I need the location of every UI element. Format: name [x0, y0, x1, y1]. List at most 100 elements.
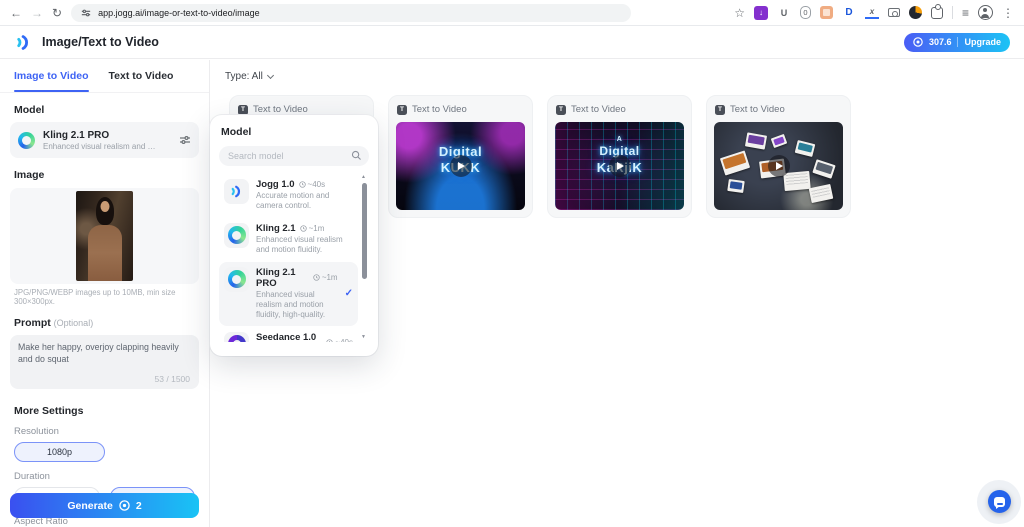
prompt-char-counter: 53 / 1500 — [154, 374, 190, 384]
profile-avatar[interactable] — [978, 5, 993, 20]
pie-extension-icon[interactable] — [908, 6, 922, 19]
generate-cost: 2 — [135, 499, 142, 512]
extensions-puzzle-icon[interactable] — [930, 3, 943, 19]
credits-upgrade-button[interactable]: 307.6 Upgrade — [903, 32, 1010, 52]
clock-icon — [299, 225, 307, 232]
prompt-input[interactable] — [18, 342, 191, 372]
model-item-kling-2-1[interactable]: Kling 2.1 ~1m Enhanced visual realism an… — [219, 218, 358, 261]
app-header: Image/Text to Video 307.6 Upgrade — [0, 26, 1024, 59]
left-sidebar: Image to Video Text to Video Model Kling… — [0, 60, 210, 527]
seedance-model-icon — [224, 331, 249, 342]
model-search-input[interactable] — [219, 146, 369, 166]
side-panel-icon[interactable]: ≡ — [962, 7, 969, 19]
scattered-photo — [727, 178, 745, 194]
clock-icon — [313, 274, 320, 281]
generate-coin-icon — [119, 500, 130, 511]
mode-tabs: Image to Video Text to Video — [0, 60, 209, 93]
card-type-label: Text to Video — [571, 104, 626, 115]
model-selector[interactable]: Kling 2.1 PRO Enhanced visual realism an… — [10, 122, 199, 158]
play-icon[interactable] — [449, 155, 472, 177]
scroll-down-icon[interactable]: ▼ — [361, 334, 366, 340]
screenshot-camera-icon[interactable] — [887, 8, 900, 17]
type-filter[interactable]: Type: All — [225, 71, 274, 82]
text-to-video-icon: T — [715, 104, 725, 115]
tab-text-to-video[interactable]: Text to Video — [109, 60, 174, 92]
model-settings-sliders-icon[interactable] — [179, 134, 191, 146]
scattered-photo — [808, 183, 834, 204]
model-item-seedance-lite[interactable]: Seedance 1.0 Lite ~40s Excellent quality… — [219, 327, 358, 342]
model-name: Kling 2.1 — [256, 222, 296, 234]
image-upload-area[interactable] — [10, 188, 199, 284]
kling-model-icon — [224, 222, 249, 248]
model-time: ~40s — [326, 338, 353, 342]
prompt-label: Prompt — [14, 317, 51, 329]
model-popup-title: Model — [221, 126, 252, 138]
clock-icon — [326, 339, 334, 342]
jogg-logo — [17, 34, 28, 50]
resolution-1080p-chip[interactable]: 1080p — [14, 442, 105, 462]
chevron-down-icon — [266, 71, 274, 80]
toolbar-divider — [951, 6, 953, 19]
bookmark-star-icon[interactable]: ☆ — [734, 7, 745, 19]
credit-coin-icon — [913, 37, 923, 47]
reload-icon[interactable]: ↻ — [52, 7, 62, 19]
portrait-face — [100, 201, 109, 212]
card-type-label: Text to Video — [730, 104, 785, 115]
model-desc: Accurate motion and camera control. — [256, 191, 330, 211]
thumb-title-line: A — [616, 136, 623, 143]
text-to-video-icon: T — [556, 104, 566, 115]
chat-support-button[interactable] — [988, 490, 1011, 513]
image-section-label: Image — [14, 169, 45, 181]
popup-scrollbar[interactable]: ▲ ▼ — [360, 174, 368, 340]
scattered-photo — [719, 150, 751, 176]
video-thumbnail-4[interactable] — [714, 122, 843, 210]
more-settings-label: More Settings — [14, 405, 84, 417]
duration-label: Duration — [14, 471, 50, 482]
model-list: Jogg 1.0 ~40s Accurate motion and camera… — [219, 174, 369, 342]
scrollbar-thumb[interactable] — [361, 183, 367, 279]
selected-check-icon: ✓ — [344, 288, 353, 300]
clock-icon — [298, 181, 306, 188]
model-item-kling-2-1-pro[interactable]: Kling 2.1 PRO ~1m Enhanced visual realis… — [219, 261, 358, 326]
type-filter-label: Type: All — [225, 71, 263, 82]
browser-toolbar: ← → ↻ app.jogg.ai/image-or-text-to-video… — [0, 0, 1024, 26]
play-icon[interactable] — [767, 155, 790, 177]
extension-zero-icon[interactable]: 0 — [799, 6, 811, 19]
kling-logo-icon — [18, 131, 35, 149]
uploaded-image-preview — [76, 191, 133, 281]
generate-label: Generate — [67, 499, 113, 512]
scattered-photo — [783, 170, 811, 192]
card-type-label: Text to Video — [412, 104, 467, 115]
video-card-2[interactable]: T Text to Video Digital KUKK — [388, 95, 533, 218]
model-time: ~1m — [299, 224, 324, 233]
video-card-3[interactable]: T Text to Video A Digital KaRjiK — [547, 95, 692, 218]
video-thumbnail-2[interactable]: Digital KUKK — [396, 122, 525, 210]
video-thumbnail-3[interactable]: A Digital KaRjiK — [555, 122, 684, 210]
model-name: Seedance 1.0 Lite — [256, 331, 317, 342]
scroll-up-icon[interactable]: ▲ — [361, 174, 366, 180]
model-name: Kling 2.1 PRO — [256, 266, 296, 289]
extension-orange-icon[interactable] — [819, 6, 833, 19]
extension-downloader-icon[interactable]: ↓ — [753, 5, 768, 20]
browser-menu-icon[interactable]: ⋮ — [1002, 7, 1014, 19]
model-item-jogg-1-0[interactable]: Jogg 1.0 ~40s Accurate motion and camera… — [219, 174, 358, 217]
extension-u-icon[interactable]: U — [777, 6, 791, 20]
tab-image-to-video[interactable]: Image to Video — [14, 60, 89, 92]
back-icon[interactable]: ← — [10, 7, 22, 19]
extension-d-icon[interactable]: D — [842, 6, 856, 20]
scattered-photo — [744, 132, 768, 150]
forward-icon[interactable]: → — [31, 7, 43, 19]
credits-value: 307.6 — [928, 37, 952, 47]
scattered-photo — [812, 159, 836, 179]
video-card-4[interactable]: T Text to Video — [706, 95, 851, 218]
url-text: app.jogg.ai/image-or-text-to-video/image — [98, 7, 260, 18]
prompt-section-label: Prompt (Optional) — [14, 317, 195, 329]
scattered-photo — [770, 133, 788, 149]
selected-model-name: Kling 2.1 PRO — [43, 130, 110, 141]
upgrade-label[interactable]: Upgrade — [964, 37, 1001, 47]
extension-x-icon[interactable]: x — [864, 7, 879, 19]
generate-button[interactable]: Generate 2 — [10, 493, 199, 518]
play-icon[interactable] — [608, 155, 631, 177]
model-section-label: Model — [14, 104, 45, 116]
address-bar[interactable]: app.jogg.ai/image-or-text-to-video/image — [71, 3, 632, 22]
